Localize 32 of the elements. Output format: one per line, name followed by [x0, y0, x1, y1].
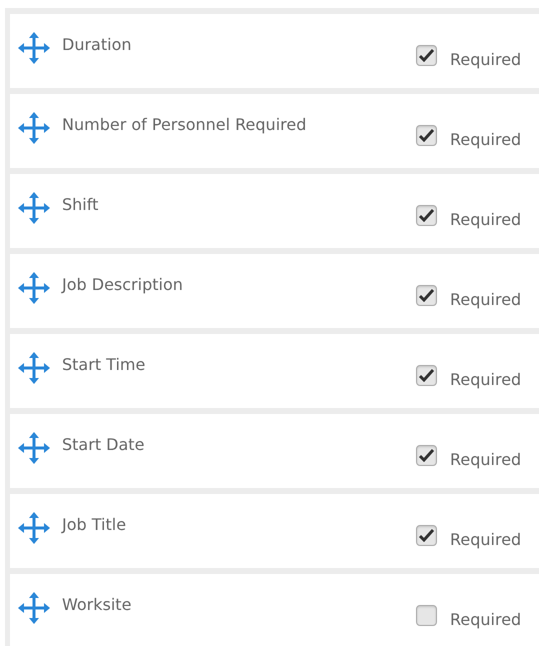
move-icon[interactable] — [18, 32, 50, 64]
field-label: Number of Personnel Required — [62, 114, 308, 136]
field-label: Shift — [62, 194, 100, 216]
move-icon[interactable] — [18, 592, 50, 624]
field-label: Duration — [62, 34, 132, 56]
required-checkbox[interactable] — [416, 205, 437, 226]
field-label: Job Description — [62, 274, 184, 296]
required-label: Required — [450, 449, 522, 471]
move-icon[interactable] — [18, 512, 50, 544]
move-icon[interactable] — [18, 192, 50, 224]
move-icon[interactable] — [18, 432, 50, 464]
required-checkbox[interactable] — [416, 45, 437, 66]
move-icon[interactable] — [18, 272, 50, 304]
required-checkbox[interactable] — [416, 605, 437, 626]
required-checkbox[interactable] — [416, 365, 437, 386]
required-label: Required — [450, 369, 522, 391]
required-label: Required — [450, 129, 522, 151]
required-label: Required — [450, 209, 522, 231]
required-checkbox[interactable] — [416, 445, 437, 466]
required-checkbox[interactable] — [416, 285, 437, 306]
required-label: Required — [450, 529, 522, 551]
move-icon[interactable] — [18, 112, 50, 144]
field-label: Worksite — [62, 594, 132, 616]
required-label: Required — [450, 49, 522, 71]
field-label: Job Title — [62, 514, 128, 536]
field-label: Start Date — [62, 434, 146, 456]
field-label: Start Time — [62, 354, 146, 376]
required-label: Required — [450, 289, 522, 311]
required-checkbox[interactable] — [416, 525, 437, 546]
required-checkbox[interactable] — [416, 125, 437, 146]
required-label: Required — [450, 609, 522, 631]
move-icon[interactable] — [18, 352, 50, 384]
